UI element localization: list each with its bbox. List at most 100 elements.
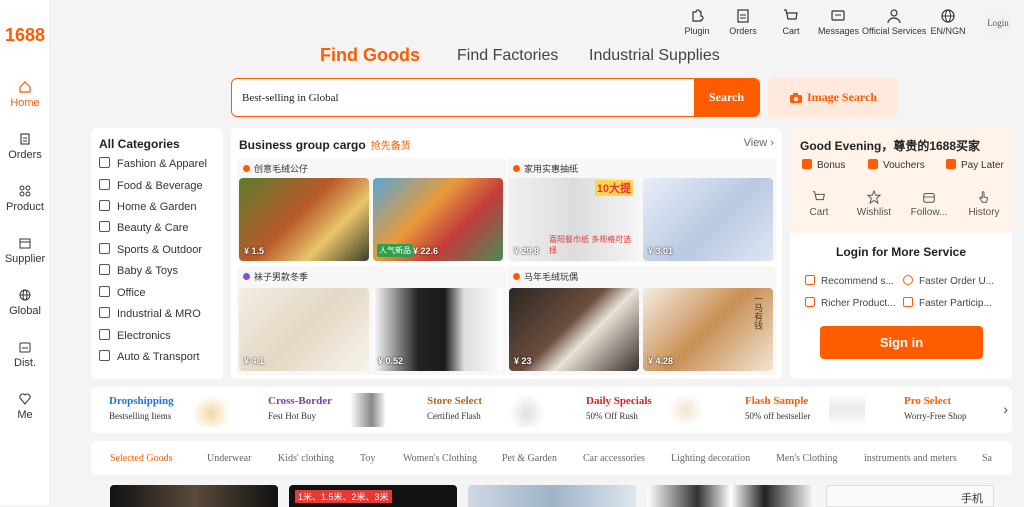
price-label: ¥ 0.52 [378,356,404,366]
promo-daily-specials[interactable]: Daily Specials 50% Off Rush [578,387,726,433]
promo-title: Flash Sample [745,395,809,407]
perk-label: Pay Later [961,160,1004,171]
perk-bonus[interactable]: Bonus [802,159,845,171]
product-image[interactable]: ¥ 1.5 [239,178,369,261]
sidebar-item-me[interactable]: Me [0,392,50,421]
user-icon [887,9,901,24]
category-item[interactable]: Beauty & Care [99,221,189,234]
product-image[interactable]: ¥ 3.01 [643,178,773,261]
product-thumb[interactable]: 手机 [826,485,994,507]
business-group-panel: Business group cargo 抢先备货 View › 创意毛绒公仔 ¥… [231,128,782,379]
site-logo[interactable]: 1688 [5,25,45,46]
product-thumb[interactable] [468,485,636,507]
chip-underwear[interactable]: Underwear [207,453,251,464]
promo-strip: Dropshipping Bestselling Items Cross-Bor… [91,387,1012,433]
chip-mens-clothing[interactable]: Men's Clothing [776,453,838,464]
group-label: 马年毛绒玩偶 [513,270,578,283]
group-card[interactable]: 创意毛绒公仔 ¥ 1.5 ¥ 22.6 人气新品 [237,158,506,262]
promo-flash-sample[interactable]: Flash Sample 50% off bestseller [737,387,885,433]
category-item[interactable]: Electronics [99,329,171,342]
category-item[interactable]: Office [99,286,146,299]
image-search-button[interactable]: Image Search [768,78,898,117]
fire-icon [243,165,250,172]
group-card[interactable]: 袜子男款冬季 ¥ 4.1 ¥ 0.52 [237,266,506,375]
chip-kids-clothing[interactable]: Kids' clothing [278,453,334,464]
sidebar-item-orders[interactable]: Orders [0,132,50,161]
group-card[interactable]: 家用实惠抽纸 10大提 ¥ 29.8 喜阳餐巾纸 多规格可选择 ¥ 3.01 [507,158,776,262]
promo-pro-select[interactable]: Pro Select Worry-Free Shop [896,387,1006,433]
category-item[interactable]: Food & Beverage [99,179,203,192]
quick-follow[interactable]: Follow... [899,190,959,218]
quick-label: History [968,207,1000,218]
sidebar-item-global[interactable]: Global [0,288,50,317]
chip-sa[interactable]: Sa [982,453,992,464]
search-input[interactable] [242,88,692,108]
search-button[interactable]: Search [694,79,759,116]
chip-womens-clothing[interactable]: Women's Clothing [403,453,477,464]
promo-cross-border[interactable]: Cross-Border Fest Hot Buy [260,387,408,433]
chip-selected-goods[interactable]: Selected Goods [110,453,173,464]
promo-subtitle: 50% Off Rush [586,411,638,421]
group-label-text: 创意毛绒公仔 [254,164,309,174]
category-label: Food & Beverage [117,180,203,192]
category-item[interactable]: Home & Garden [99,200,196,213]
tab-find-goods[interactable]: Find Goods [320,45,420,66]
promo-store-select[interactable]: Store Select Certified Flash [419,387,567,433]
topbar-plugin[interactable]: Plugin [682,8,712,36]
topbar-label: Orders [729,26,757,36]
promo-dropshipping[interactable]: Dropshipping Bestselling Items [101,387,249,433]
category-item[interactable]: Industrial & MRO [99,307,201,320]
quick-wishlist[interactable]: Wishlist [844,190,904,218]
product-thumb[interactable] [647,485,815,507]
login-button[interactable]: Login [983,8,1013,38]
tab-find-factories[interactable]: Find Factories [457,47,558,65]
bonus-icon [802,159,812,169]
topbar-cart[interactable]: Cart [776,8,806,36]
perk-pay-later[interactable]: Pay Later [946,159,1004,171]
quick-history[interactable]: History [954,190,1014,218]
quick-cart[interactable]: Cart [789,190,849,218]
sidebar-item-dist[interactable]: Dist. [0,340,50,369]
login-for-more-title: Login for More Service [835,245,967,259]
category-item[interactable]: Sports & Outdoor [99,243,202,256]
category-item[interactable]: Auto & Transport [99,350,200,363]
topbar-official-services[interactable]: Official Services [862,8,926,36]
chip-lighting-decoration[interactable]: Lighting decoration [671,453,750,464]
product-thumb[interactable] [110,485,278,507]
topbar-orders[interactable]: Orders [728,8,758,36]
chip-car-accessories[interactable]: Car accessories [583,453,645,464]
category-item[interactable]: Fashion & Apparel [99,157,207,170]
sidebar-item-home[interactable]: Home [0,80,50,109]
category-item[interactable]: Baby & Toys [99,264,178,277]
product-image[interactable]: ¥ 4.1 [239,288,369,371]
chip-instruments-meters[interactable]: instruments and meters [864,453,957,464]
tab-industrial-supplies[interactable]: Industrial Supplies [589,47,720,65]
product-thumb[interactable]: 1米、1.5米、2米、3米 [289,485,457,507]
topbar-language[interactable]: EN/NGN [928,8,968,36]
product-image[interactable]: ¥ 23 [509,288,639,371]
sign-in-button[interactable]: Sign in [820,326,983,359]
chip-pet-garden[interactable]: Pet & Garden [502,453,557,464]
category-label: Industrial & MRO [117,308,201,320]
product-image[interactable]: 10大提 ¥ 29.8 喜阳餐巾纸 多规格可选择 [509,178,639,261]
group-card[interactable]: 马年毛绒玩偶 ¥ 23 一马有钱 ¥ 4.28 [507,266,776,375]
thumb-caption: 1米、1.5米、2米、3米 [295,490,392,503]
price-label: ¥ 1.5 [244,246,265,256]
product-image[interactable]: ¥ 0.52 [373,288,503,371]
product-image[interactable]: 一马有钱 ¥ 4.28 [643,288,773,371]
chevron-right-icon[interactable]: › [1003,401,1008,417]
product-image[interactable]: ¥ 22.6 人气新品 [373,178,503,261]
topbar-messages[interactable]: Messages [818,8,859,36]
view-more-link[interactable]: View › [744,137,774,149]
search-bar: Search [231,78,760,117]
promo-image [829,393,865,427]
plugin-icon [692,9,704,22]
fire-icon [513,273,520,280]
document-icon [805,297,815,307]
perk-vouchers[interactable]: Vouchers [868,159,925,171]
home-icon [19,81,31,93]
sidebar-item-product[interactable]: Product [0,184,50,213]
chip-toy[interactable]: Toy [360,453,375,464]
left-sidebar: 1688 Home Orders Product Supplier Global… [0,0,50,505]
sidebar-item-supplier[interactable]: Supplier [0,236,50,265]
